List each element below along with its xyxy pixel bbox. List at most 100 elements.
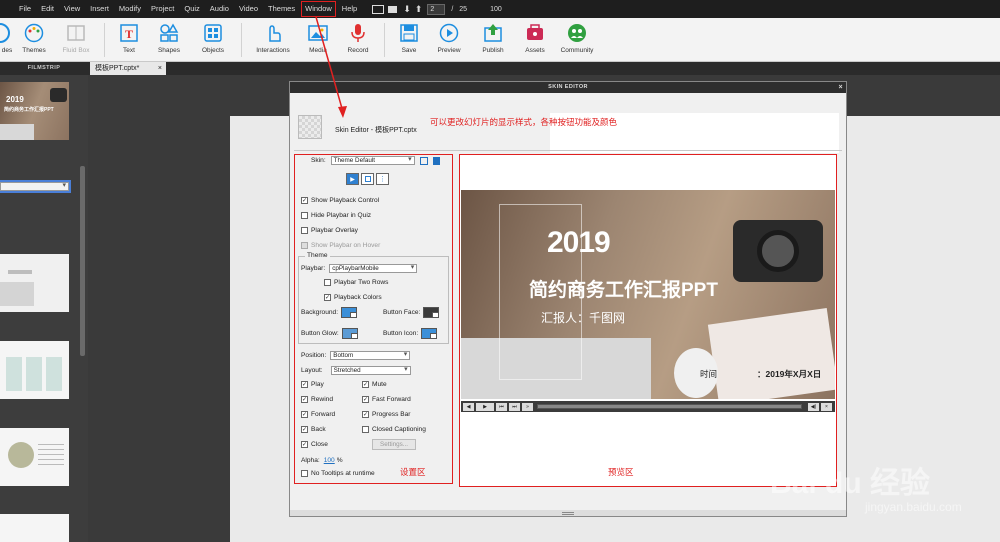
menu-insert[interactable]: Insert bbox=[85, 0, 114, 18]
fluid-box-button[interactable]: Fluid Box bbox=[54, 18, 98, 62]
background-color-swatch[interactable] bbox=[341, 307, 358, 318]
playbar-two-rows-checkbox[interactable] bbox=[324, 279, 331, 286]
zoom-level[interactable]: 100 bbox=[490, 6, 502, 13]
rewind-checkbox[interactable] bbox=[301, 396, 308, 403]
menu-help[interactable]: Help bbox=[337, 0, 362, 18]
microphone-icon bbox=[347, 22, 369, 44]
baidu-watermark: Bai du 经验 jingyan.baidu.com bbox=[770, 458, 998, 538]
playback-colors-checkbox[interactable] bbox=[324, 294, 331, 301]
rewind-icon[interactable]: ◀ bbox=[463, 402, 474, 411]
save-button[interactable]: Save bbox=[391, 18, 427, 62]
forward-checkbox[interactable] bbox=[301, 411, 308, 418]
arrow-down-icon[interactable]: ⬇ bbox=[403, 4, 411, 15]
playbar-overlay-checkbox[interactable] bbox=[301, 227, 308, 234]
dialog-close-icon[interactable]: × bbox=[839, 82, 844, 93]
slide-date: ：2019年X月X日 bbox=[757, 369, 822, 379]
menu-window[interactable]: Window bbox=[300, 0, 337, 18]
layout-icon[interactable] bbox=[372, 4, 385, 14]
mute-checkbox[interactable] bbox=[362, 381, 369, 388]
assets-button[interactable]: Assets bbox=[515, 18, 555, 62]
slides-button[interactable]: des bbox=[0, 18, 14, 62]
menu-file[interactable]: File bbox=[14, 0, 36, 18]
slide-thumbnail[interactable] bbox=[0, 428, 69, 486]
slide-thumbnail-selected[interactable] bbox=[0, 180, 71, 193]
fast-forward-icon[interactable]: » bbox=[522, 402, 533, 411]
closed-captioning-checkbox[interactable] bbox=[362, 426, 369, 433]
back-icon[interactable]: ⏮ bbox=[496, 402, 507, 411]
play-icon[interactable]: ▶ bbox=[476, 402, 494, 411]
back-checkbox[interactable] bbox=[301, 426, 308, 433]
shapes-button[interactable]: Shapes bbox=[147, 18, 191, 62]
thumb-content-grid bbox=[6, 357, 64, 391]
playback-colors-label: Playback Colors bbox=[334, 294, 382, 301]
menu-project[interactable]: Project bbox=[146, 0, 179, 18]
play-checkbox[interactable] bbox=[301, 381, 308, 388]
slide-year: 2019 bbox=[547, 226, 611, 259]
slide-thumbnail[interactable] bbox=[0, 514, 69, 542]
playbar-dropdown[interactable]: cpPlaybarMobile bbox=[329, 264, 418, 273]
menu-quiz[interactable]: Quiz bbox=[179, 0, 204, 18]
show-playback-checkbox[interactable] bbox=[301, 197, 308, 204]
no-tooltips-checkbox[interactable] bbox=[301, 470, 308, 477]
interactions-button[interactable]: Interactions bbox=[248, 18, 298, 62]
slide-time-label: 时间 bbox=[700, 369, 718, 379]
preview-button[interactable]: Preview bbox=[427, 18, 471, 62]
menu-view[interactable]: View bbox=[59, 0, 85, 18]
progress-bar-checkbox[interactable] bbox=[362, 411, 369, 418]
slide-thumbnail[interactable] bbox=[0, 254, 69, 312]
layout-dropdown[interactable]: Stretched bbox=[330, 366, 411, 375]
toc-tab-icon[interactable]: ⋮ bbox=[376, 173, 389, 185]
mail-icon[interactable] bbox=[388, 5, 398, 13]
button-icon-color-swatch[interactable] bbox=[421, 328, 438, 339]
toolbar-divider bbox=[384, 23, 385, 57]
themes-button[interactable]: Themes bbox=[14, 18, 54, 62]
position-dropdown[interactable]: Bottom bbox=[330, 351, 411, 360]
forward-icon[interactable]: ⏭ bbox=[509, 402, 520, 411]
button-glow-color-swatch[interactable] bbox=[341, 328, 358, 339]
document-tab[interactable]: 模板PPT.cptx* × bbox=[90, 62, 166, 75]
hide-playbar-quiz-label: Hide Playbar in Quiz bbox=[311, 212, 372, 219]
filmstrip-scrollbar[interactable] bbox=[80, 166, 85, 356]
community-button[interactable]: Community bbox=[555, 18, 599, 62]
text-button[interactable]: T Text bbox=[111, 18, 147, 62]
media-button[interactable]: Media bbox=[298, 18, 338, 62]
borders-tab-icon[interactable] bbox=[361, 173, 374, 185]
menu-audio[interactable]: Audio bbox=[205, 0, 234, 18]
menu-themes[interactable]: Themes bbox=[263, 0, 300, 18]
playback-tab-icon[interactable]: ▶ bbox=[346, 173, 359, 185]
show-playback-label: Show Playback Control bbox=[311, 197, 380, 204]
alpha-input[interactable]: 100 bbox=[324, 457, 335, 464]
close-playbar-icon[interactable]: × bbox=[821, 402, 832, 411]
record-button[interactable]: Record bbox=[338, 18, 378, 62]
menu-modify[interactable]: Modify bbox=[114, 0, 146, 18]
thumb-content-circle bbox=[8, 442, 34, 468]
slide-thumbnail[interactable] bbox=[0, 341, 69, 399]
objects-button[interactable]: Objects bbox=[191, 18, 235, 62]
settings-button: Settings... bbox=[372, 439, 417, 450]
play-circle-icon bbox=[438, 22, 460, 44]
publish-icon bbox=[482, 22, 504, 44]
fast-forward-checkbox[interactable] bbox=[362, 396, 369, 403]
progress-track[interactable] bbox=[537, 404, 802, 409]
dialog-scrollbar[interactable] bbox=[290, 510, 846, 516]
document-tab-label: 模板PPT.cptx* bbox=[95, 65, 140, 72]
delete-skin-icon[interactable] bbox=[432, 156, 440, 165]
volume-icon[interactable]: ◀) bbox=[808, 402, 819, 411]
text-icon: T bbox=[118, 22, 140, 44]
add-slide-icon bbox=[0, 22, 14, 44]
resize-grip-icon[interactable] bbox=[562, 512, 574, 515]
arrow-up-icon[interactable]: ⬆ bbox=[415, 4, 423, 15]
button-glow-label: Button Glow: bbox=[301, 330, 339, 337]
hide-playbar-quiz-checkbox[interactable] bbox=[301, 212, 308, 219]
publish-button[interactable]: Publish bbox=[471, 18, 515, 62]
menu-video[interactable]: Video bbox=[234, 0, 263, 18]
dialog-titlebar[interactable]: SKIN EDITOR × bbox=[290, 82, 846, 93]
slide-thumbnail[interactable]: 2019 简约商务工作汇报PPT bbox=[0, 82, 69, 140]
button-face-color-swatch[interactable] bbox=[423, 307, 440, 318]
save-skin-icon[interactable] bbox=[419, 156, 428, 165]
close-checkbox[interactable] bbox=[301, 441, 308, 448]
skin-dropdown[interactable]: Theme Default bbox=[330, 156, 415, 165]
menu-edit[interactable]: Edit bbox=[36, 0, 59, 18]
close-tab-icon[interactable]: × bbox=[158, 62, 162, 75]
page-number-input[interactable]: 2 bbox=[427, 3, 446, 15]
